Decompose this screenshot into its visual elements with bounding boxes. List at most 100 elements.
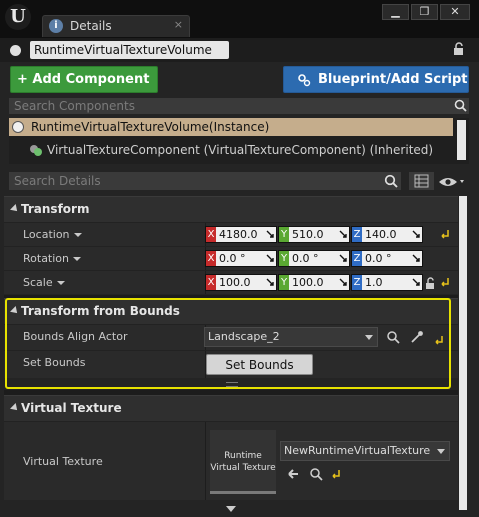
- location-z-value[interactable]: 140.0: [362, 227, 422, 242]
- location-x-field[interactable]: X 4180.0: [205, 226, 277, 243]
- tab-close-icon[interactable]: ×: [174, 18, 183, 31]
- actor-icon: [12, 121, 24, 133]
- scale-z-value[interactable]: 1.0: [362, 275, 422, 290]
- minimize-button[interactable]: ▁: [382, 4, 409, 20]
- tree-item-child-label: VirtualTextureComponent (VirtualTextureC…: [47, 143, 434, 157]
- tree-item-instance-label: RuntimeVirtualTextureVolume(Instance): [31, 120, 270, 134]
- rotation-y-value[interactable]: 0.0 °: [289, 251, 349, 266]
- spin-arrow-icon: [412, 278, 420, 286]
- scale-label[interactable]: Scale: [23, 276, 65, 289]
- window-controls: ▁ ❐ ✕: [382, 4, 470, 20]
- chevron-down-icon: [56, 281, 65, 285]
- axis-z-label: Z: [352, 275, 362, 290]
- axis-z-label: Z: [352, 251, 362, 266]
- tree-item-instance[interactable]: RuntimeVirtualTextureVolume(Instance): [9, 118, 453, 136]
- chevron-down-icon: [73, 233, 82, 237]
- scale-x-value[interactable]: 100.0: [216, 275, 276, 290]
- title-bar: U i Details × ▁ ❐ ✕: [0, 0, 479, 38]
- spin-arrow-icon: [339, 230, 347, 238]
- search-details-placeholder: Search Details: [14, 174, 101, 188]
- search-components-input[interactable]: Search Components: [9, 98, 469, 114]
- spin-arrow-icon: [412, 230, 420, 238]
- location-x-value[interactable]: 4180.0: [216, 227, 276, 242]
- maximize-button[interactable]: ❐: [411, 4, 438, 20]
- column-divider[interactable]: [205, 422, 206, 500]
- property-matrix-button[interactable]: [409, 172, 434, 190]
- axis-y-label: Y: [279, 251, 289, 266]
- scale-y-value[interactable]: 100.0: [289, 275, 349, 290]
- category-transform-title: Transform: [21, 202, 90, 216]
- scale-z-field[interactable]: Z 1.0: [351, 274, 423, 291]
- browse-search-icon[interactable]: [309, 467, 323, 481]
- virtual-texture-asset-value: NewRuntimeVirtualTexture: [284, 444, 431, 457]
- blueprint-add-script-button[interactable]: Blueprint/Add Script: [283, 66, 469, 93]
- tab-details[interactable]: i Details ×: [42, 15, 190, 37]
- use-selected-arrow-icon[interactable]: [286, 467, 300, 481]
- gears-icon: [298, 74, 311, 87]
- location-label[interactable]: Location: [23, 228, 82, 241]
- details-panel: RuntimeVirtualTextureVolume + Add Compon…: [0, 38, 479, 517]
- rotation-y-field[interactable]: Y 0.0 °: [278, 250, 350, 267]
- axis-y-label: Y: [279, 275, 289, 290]
- thumbnail-line2: Virtual Texture: [210, 463, 276, 473]
- info-icon: i: [49, 19, 63, 33]
- collapse-arrow-icon: [10, 204, 20, 214]
- chevron-down-icon: [73, 257, 82, 261]
- category-virtual-texture[interactable]: Virtual Texture: [4, 395, 458, 421]
- actor-visibility-icon[interactable]: [10, 45, 21, 56]
- search-details-input[interactable]: Search Details: [9, 172, 401, 190]
- axis-z-label: Z: [352, 227, 362, 242]
- spin-arrow-icon: [412, 254, 420, 262]
- blueprint-label: Blueprint/Add Script: [318, 72, 468, 87]
- axis-x-label: X: [206, 251, 216, 266]
- close-window-button[interactable]: ✕: [440, 4, 470, 20]
- location-y-field[interactable]: Y 510.0: [278, 226, 350, 243]
- property-row-scale: Scale X 100.0 Y 100.0 Z 1.0: [4, 270, 458, 294]
- collapse-arrow-icon: [10, 403, 20, 413]
- details-scrollbar[interactable]: [459, 196, 467, 510]
- thumbnail-line1: Runtime: [224, 451, 262, 461]
- spin-arrow-icon: [266, 230, 274, 238]
- location-z-field[interactable]: Z 140.0: [351, 226, 423, 243]
- reset-to-default-icon[interactable]: [331, 469, 341, 479]
- virtual-texture-asset-combo[interactable]: NewRuntimeVirtualTexture: [280, 441, 450, 461]
- scale-x-field[interactable]: X 100.0: [205, 274, 277, 291]
- add-component-label: + Add Component: [17, 72, 150, 87]
- spin-arrow-icon: [339, 278, 347, 286]
- tab-title: Details: [70, 19, 112, 33]
- axis-y-label: Y: [279, 227, 289, 242]
- axis-x-label: X: [206, 227, 216, 242]
- category-virtual-texture-title: Virtual Texture: [21, 401, 122, 415]
- scroll-more-indicator-icon[interactable]: [226, 506, 236, 512]
- component-icon: [30, 145, 42, 156]
- tree-item-virtual-texture-component[interactable]: VirtualTextureComponent (VirtualTextureC…: [29, 143, 433, 157]
- tree-scrollbar[interactable]: [457, 120, 466, 160]
- property-row-rotation: Rotation X 0.0 ° Y 0.0 ° Z 0.0 °: [4, 246, 458, 270]
- reset-to-default-icon[interactable]: [440, 277, 450, 287]
- property-row-location: Location X 4180.0 Y 510.0 Z 140.0: [4, 222, 458, 246]
- category-transform[interactable]: Transform: [4, 196, 458, 222]
- rotation-z-field[interactable]: Z 0.0 °: [351, 250, 423, 267]
- spin-arrow-icon: [339, 254, 347, 262]
- virtual-texture-thumbnail[interactable]: Runtime Virtual Texture: [210, 430, 276, 494]
- location-y-value[interactable]: 510.0: [289, 227, 349, 242]
- actor-name-input[interactable]: RuntimeVirtualTextureVolume: [30, 41, 229, 59]
- search-icon: [454, 99, 467, 112]
- spin-arrow-icon: [266, 278, 274, 286]
- eye-icon: [439, 178, 464, 186]
- rotation-x-field[interactable]: X 0.0 °: [205, 250, 277, 267]
- grid-icon: [414, 174, 429, 188]
- actor-name-row: RuntimeVirtualTextureVolume: [0, 38, 479, 62]
- search-icon: [384, 174, 398, 188]
- rotation-label[interactable]: Rotation: [23, 252, 82, 265]
- lock-icon[interactable]: [452, 42, 466, 56]
- component-tree: RuntimeVirtualTextureVolume(Instance) Vi…: [9, 118, 469, 164]
- rotation-z-value[interactable]: 0.0 °: [362, 251, 422, 266]
- spin-arrow-icon: [266, 254, 274, 262]
- reset-to-default-icon[interactable]: [440, 229, 450, 239]
- rotation-x-value[interactable]: 0.0 °: [216, 251, 276, 266]
- add-component-button[interactable]: + Add Component: [10, 66, 158, 108]
- view-options-button[interactable]: [438, 174, 468, 190]
- scale-y-field[interactable]: Y 100.0: [278, 274, 350, 291]
- lock-icon[interactable]: [423, 276, 437, 290]
